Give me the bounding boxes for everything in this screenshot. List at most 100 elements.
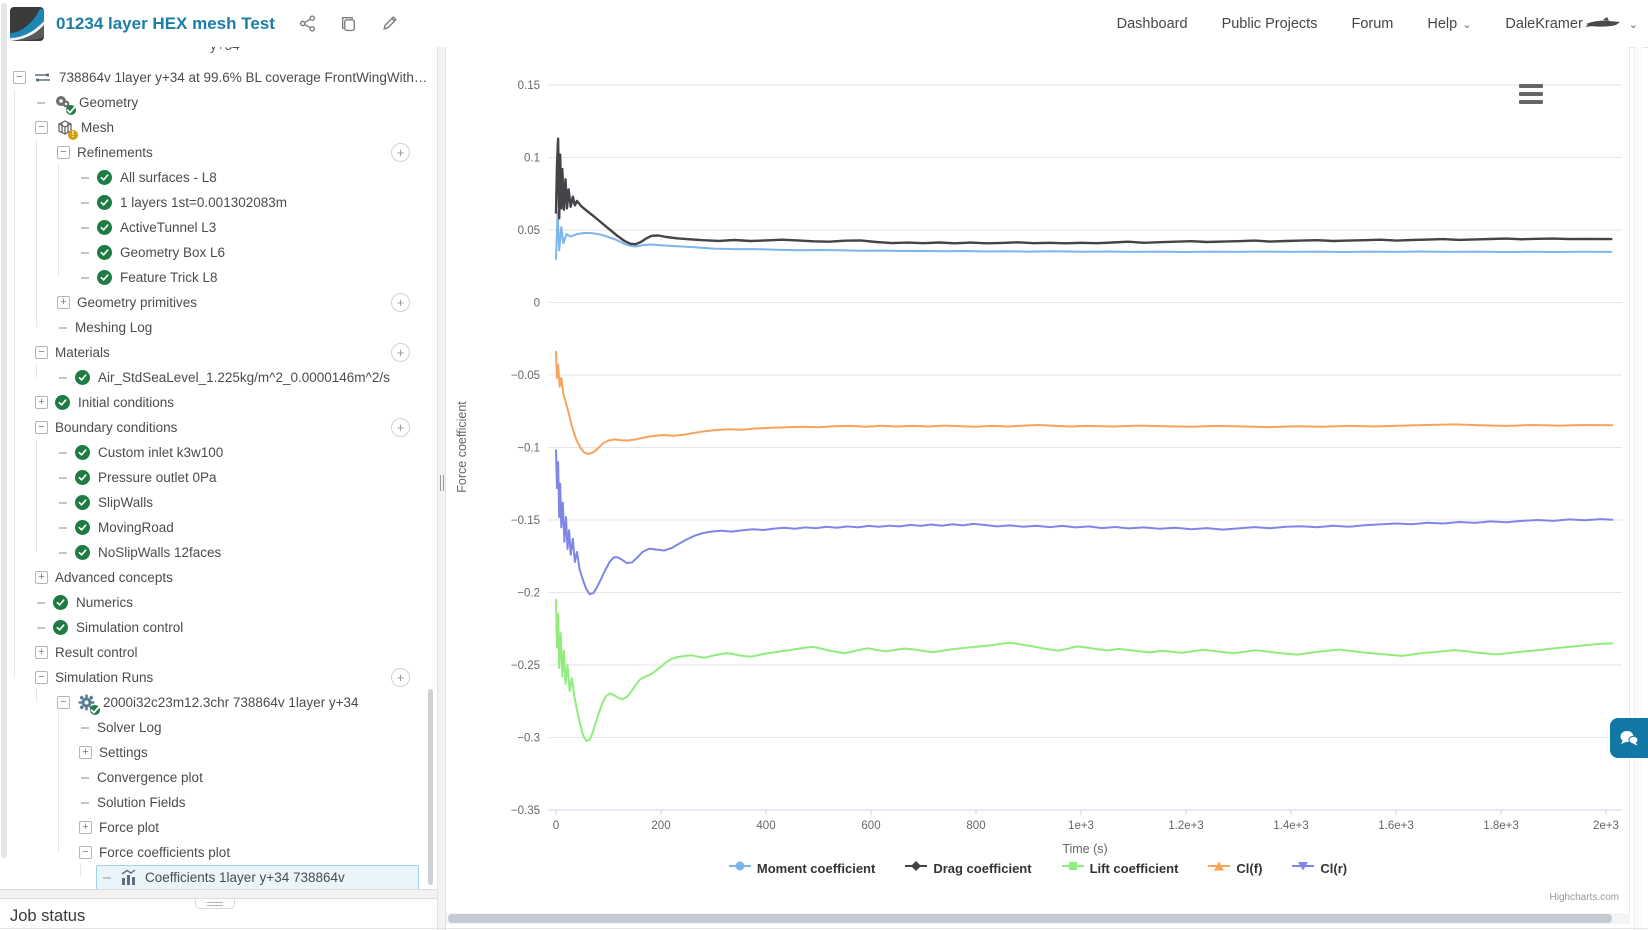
tree-row[interactable]: Air_StdSeaLevel_1.225kg/m^2_0.0000146m^2… xyxy=(0,365,437,390)
tree-row-label: Simulation control xyxy=(76,620,184,635)
collapse-toggle[interactable]: − xyxy=(35,121,48,134)
job-panel-collapse-handle[interactable] xyxy=(195,899,235,909)
tree-row[interactable]: Solution Fields xyxy=(0,790,437,815)
expand-toggle[interactable]: + xyxy=(79,746,92,759)
add-button[interactable]: + xyxy=(391,143,410,162)
tree-connector-dash xyxy=(81,726,89,729)
warning-badge-icon: ! xyxy=(68,130,78,140)
panel-splitter[interactable] xyxy=(437,47,446,930)
x-tick-label: 1.8e+3 xyxy=(1483,820,1519,832)
tree-connector-dash xyxy=(59,376,67,379)
edit-pencil-icon[interactable] xyxy=(381,15,398,32)
collapse-toggle[interactable]: − xyxy=(13,71,26,84)
user-avatar-plane[interactable] xyxy=(1583,16,1623,32)
tree-row-label: Geometry primitives xyxy=(77,295,198,310)
tree-row[interactable]: + Result control xyxy=(0,640,437,665)
y-tick-label: 0.1 xyxy=(524,153,540,165)
legend-item-cl-f-[interactable]: Cl(f) xyxy=(1208,859,1262,878)
legend-item-drag-coefficient[interactable]: Drag coefficient xyxy=(905,859,1032,878)
tree-row[interactable]: + Advanced concepts xyxy=(0,565,437,590)
check-icon xyxy=(53,620,68,635)
highcharts-credit[interactable]: Highcharts.com xyxy=(1550,892,1619,903)
tree-row-label: Air_StdSeaLevel_1.225kg/m^2_0.0000146m^2… xyxy=(98,370,390,385)
tree-row[interactable]: + Settings xyxy=(0,740,437,765)
tree-row[interactable]: Meshing Log xyxy=(0,315,437,340)
tree-row-selected[interactable]: Coefficients 1layer y+34 738864v xyxy=(0,865,437,889)
tree-row[interactable]: −! Mesh xyxy=(0,115,437,140)
series-drag-coefficient xyxy=(554,137,1613,246)
duplicate-icon[interactable] xyxy=(340,15,357,32)
user-menu-chevron-icon[interactable]: ⌄ xyxy=(1629,18,1638,31)
collapse-toggle[interactable]: − xyxy=(35,671,48,684)
nav-item-dalekramer[interactable]: DaleKramer xyxy=(1505,16,1582,32)
tree-row[interactable]: − Refinements + xyxy=(0,140,437,165)
tree-row[interactable]: − 2000i32c23m12.3chr 738864v 1layer y+34 xyxy=(0,690,437,715)
x-tick-label: 1.4e+3 xyxy=(1273,820,1309,832)
tree-row[interactable]: SlipWalls xyxy=(0,490,437,515)
add-button[interactable]: + xyxy=(391,343,410,362)
legend-item-cl-r-[interactable]: Cl(r) xyxy=(1292,859,1347,878)
tree-row-label: Force coefficients plot xyxy=(99,845,231,860)
tree-row-label: Boundary conditions xyxy=(55,420,178,435)
tree-row[interactable]: NoSlipWalls 12faces xyxy=(0,540,437,565)
expand-toggle[interactable]: + xyxy=(35,571,48,584)
tree-row[interactable]: + Geometry primitives + xyxy=(0,290,437,315)
chart-context-menu-icon[interactable] xyxy=(1519,84,1543,104)
tree-row[interactable]: ActiveTunnel L3 xyxy=(0,215,437,240)
expand-toggle[interactable]: + xyxy=(57,296,70,309)
tree-row[interactable]: All surfaces - L8 xyxy=(0,165,437,190)
tree-row[interactable]: Geometry xyxy=(0,90,437,115)
tree-row[interactable]: + Force plot xyxy=(0,815,437,840)
expand-toggle[interactable]: + xyxy=(35,396,48,409)
collapse-toggle[interactable]: − xyxy=(35,421,48,434)
nav-item-forum[interactable]: Forum xyxy=(1351,16,1393,32)
tree-row[interactable]: − Materials + xyxy=(0,340,437,365)
y-tick-label: −0.1 xyxy=(517,443,540,455)
collapse-toggle[interactable]: − xyxy=(57,146,70,159)
tree-row[interactable]: Numerics xyxy=(0,590,437,615)
square-marker-icon xyxy=(1061,859,1084,878)
collapse-toggle[interactable]: − xyxy=(79,846,92,859)
nav-item-help[interactable]: Help ⌄ xyxy=(1427,16,1471,32)
expand-toggle[interactable]: + xyxy=(35,646,48,659)
tree-row[interactable]: Solver Log xyxy=(0,715,437,740)
check-badge-icon xyxy=(90,705,100,715)
share-icon[interactable] xyxy=(299,15,316,32)
tree-row[interactable]: MovingRoad xyxy=(0,515,437,540)
horizontal-scrollbar-thumb[interactable] xyxy=(448,914,1612,923)
tree-row[interactable]: Simulation control xyxy=(0,615,437,640)
legend-item-lift-coefficient[interactable]: Lift coefficient xyxy=(1061,859,1178,878)
series-moment-coefficient xyxy=(555,211,1613,260)
tree-row[interactable]: − Force coefficients plot xyxy=(0,840,437,865)
tree-row[interactable]: + Initial conditions xyxy=(0,390,437,415)
simscale-logo[interactable] xyxy=(10,6,44,41)
tree-row-label: ActiveTunnel L3 xyxy=(120,220,217,235)
tree-row-label: Mesh xyxy=(81,120,115,135)
tree-row[interactable]: Geometry Box L6 xyxy=(0,240,437,265)
tree-connector-dash xyxy=(59,451,67,454)
nav-item-public-projects[interactable]: Public Projects xyxy=(1222,16,1318,32)
chat-button[interactable] xyxy=(1610,718,1648,758)
add-button[interactable]: + xyxy=(391,418,410,437)
tree-row[interactable]: Pressure outlet 0Pa xyxy=(0,465,437,490)
collapse-toggle[interactable]: − xyxy=(35,346,48,359)
collapse-toggle[interactable]: − xyxy=(57,696,70,709)
vertical-scrollbar-thumb[interactable] xyxy=(1,3,7,858)
tree-scrollbar-thumb[interactable] xyxy=(428,689,433,885)
expand-toggle[interactable]: + xyxy=(79,821,92,834)
add-button[interactable]: + xyxy=(391,668,410,687)
tree-row[interactable]: Feature Trick L8 xyxy=(0,265,437,290)
chart-area: 0 200 400 600 800 1e+3 1.2e+3 1.4e+3 1.6e+3 1.8e+… xyxy=(446,47,1630,913)
tree-row[interactable]: − Boundary conditions + xyxy=(0,415,437,440)
tree-row[interactable]: Custom inlet k3w100 xyxy=(0,440,437,465)
add-button[interactable]: + xyxy=(391,293,410,312)
nav-item-dashboard[interactable]: Dashboard xyxy=(1117,16,1188,32)
tree-row[interactable]: Convergence plot xyxy=(0,765,437,790)
tree-row[interactable]: 1 layers 1st=0.001302083m xyxy=(0,190,437,215)
check-icon xyxy=(55,395,70,410)
legend-item-moment-coefficient[interactable]: Moment coefficient xyxy=(728,859,875,878)
tree-row[interactable]: − 738864v 1layer y+34 at 99.6% BL coverag… xyxy=(0,65,437,90)
page-bottom-border xyxy=(0,928,1648,929)
check-icon xyxy=(97,195,112,210)
tree-row[interactable]: − Simulation Runs + xyxy=(0,665,437,690)
